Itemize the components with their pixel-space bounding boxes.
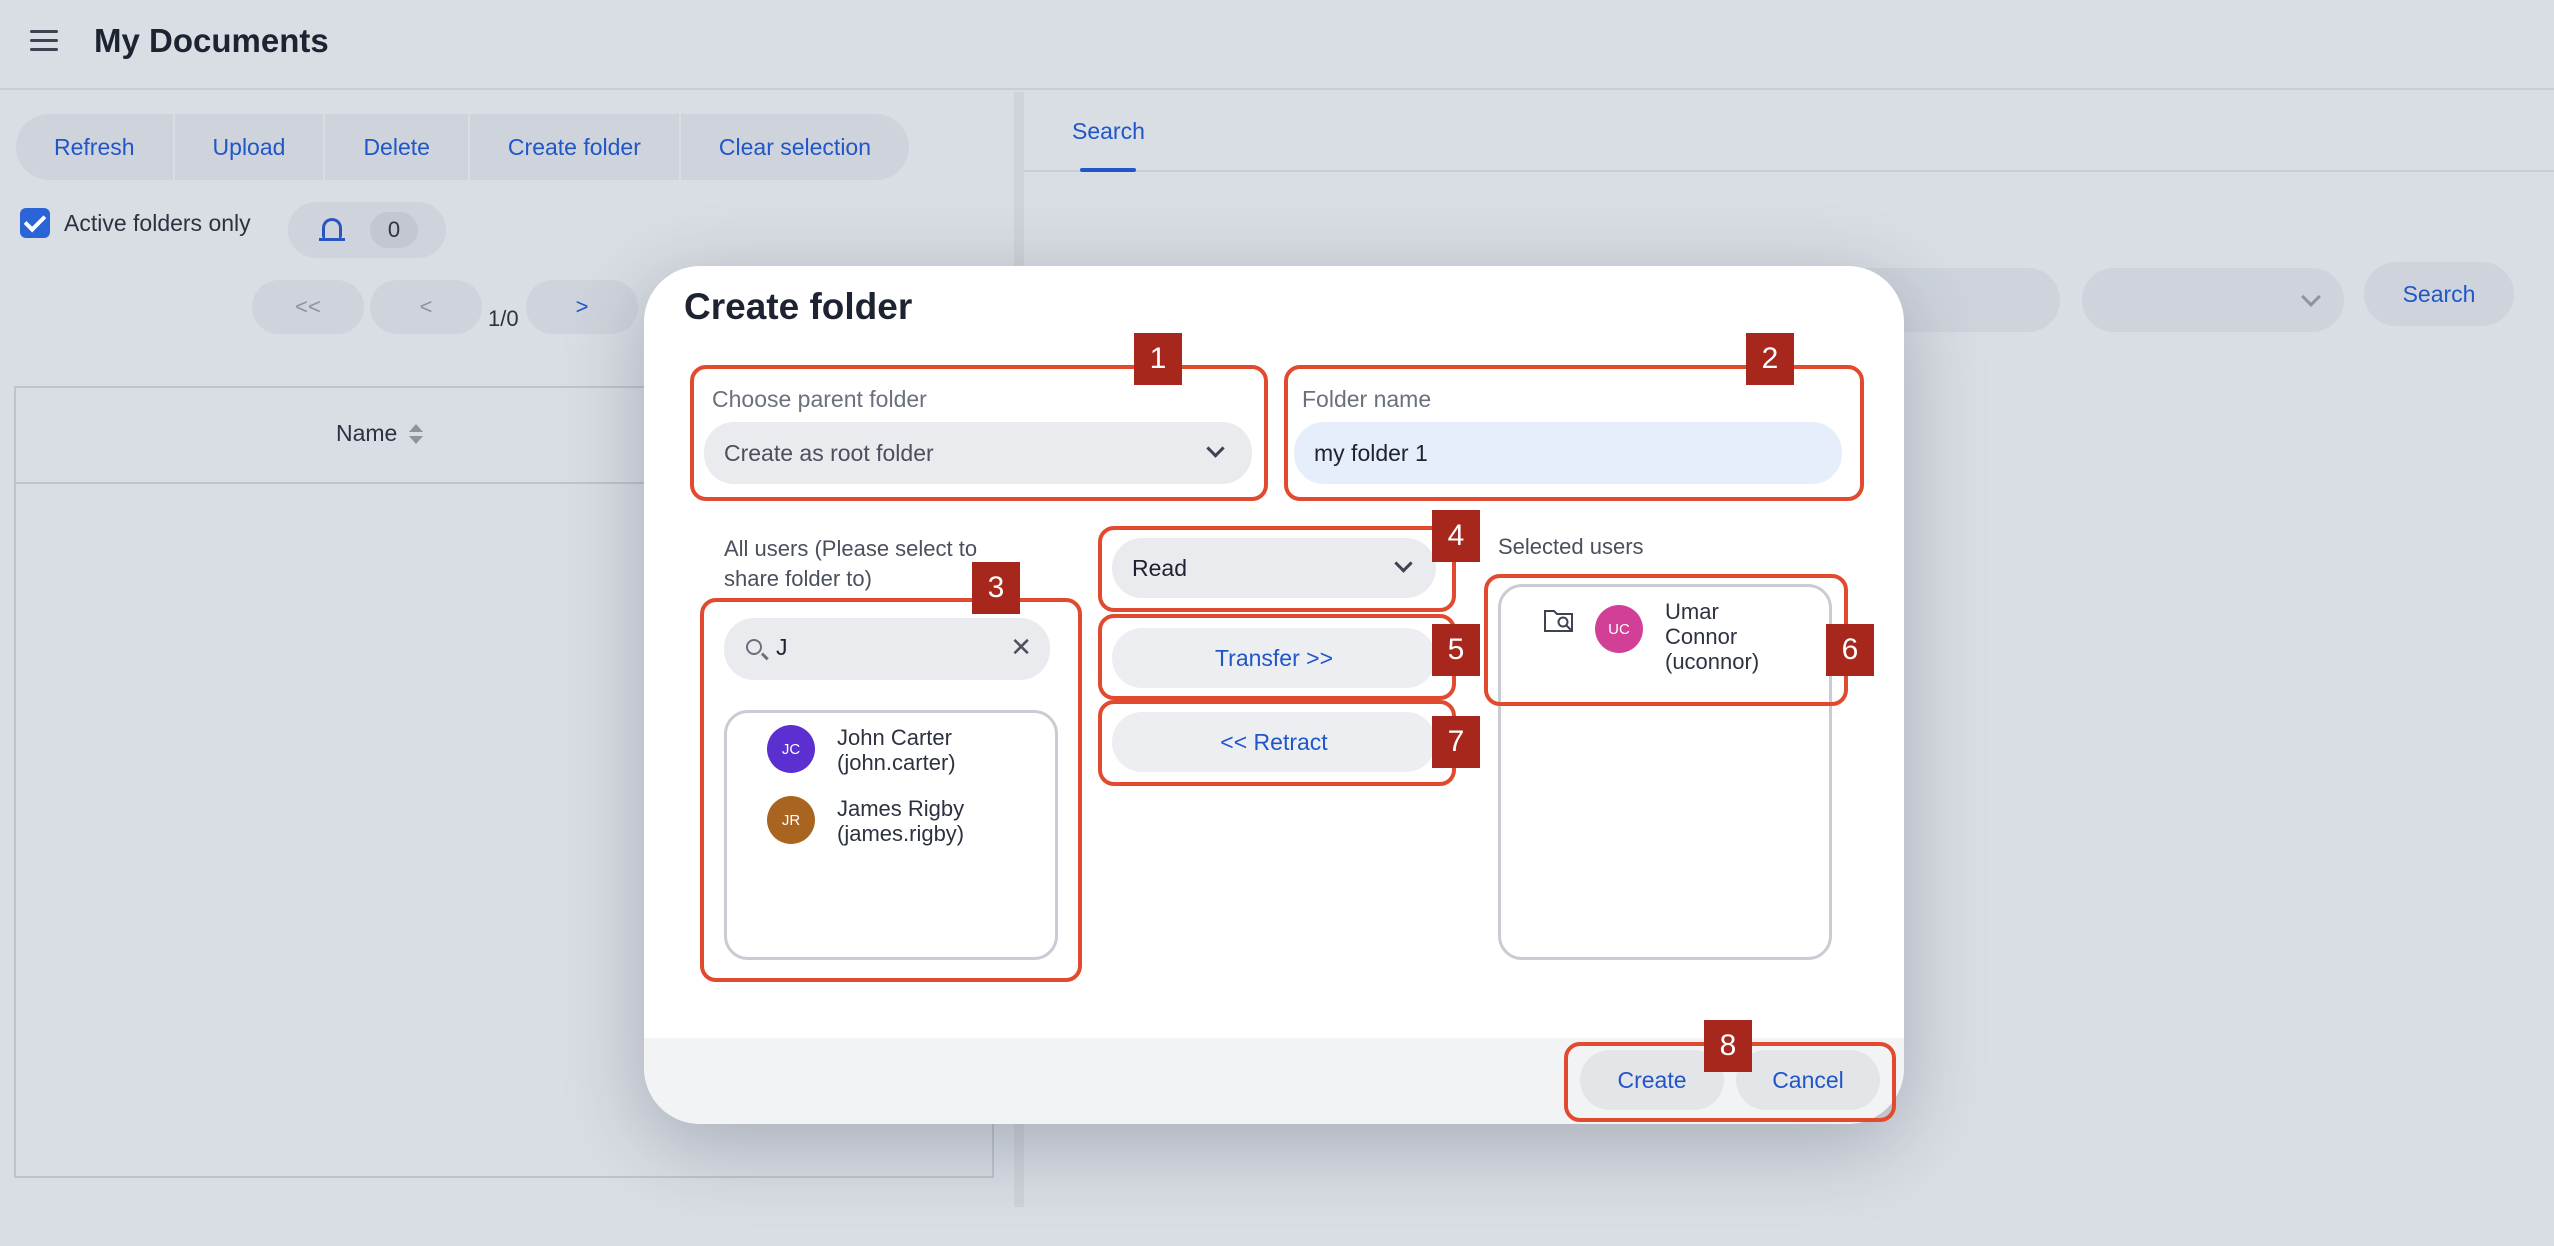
parent-folder-select[interactable]: Create as root folder: [704, 422, 1252, 484]
active-folders-checkbox[interactable]: [20, 208, 50, 238]
list-item[interactable]: JC John Carter (john.carter): [767, 725, 956, 775]
user-name: James Rigby: [837, 796, 965, 821]
clear-selection-button[interactable]: Clear selection: [681, 114, 909, 180]
column-name-header[interactable]: Name: [336, 420, 397, 447]
create-button[interactable]: Create: [1580, 1050, 1724, 1110]
transfer-button[interactable]: Transfer >>: [1112, 628, 1436, 688]
user-search-value: J: [776, 634, 788, 660]
folder-name-value: my folder 1: [1314, 439, 1428, 466]
annotation-label-5: 5: [1432, 624, 1480, 676]
clear-icon[interactable]: ✕: [1010, 632, 1032, 663]
user-search-input[interactable]: J ✕: [724, 618, 1050, 680]
list-item[interactable]: UC Umar Connor (uconnor): [1595, 599, 1759, 674]
permission-select[interactable]: Read: [1112, 538, 1436, 598]
parent-folder-value: Create as root folder: [724, 439, 934, 466]
retract-button[interactable]: << Retract: [1112, 712, 1436, 772]
all-users-list: JC John Carter (john.carter) JR James Ri…: [724, 710, 1058, 960]
delete-button[interactable]: Delete: [325, 114, 470, 180]
app-header: My Documents: [0, 0, 2554, 90]
search-icon: [746, 639, 762, 655]
folder-name-label: Folder name: [1302, 386, 1432, 412]
folder-search-icon[interactable]: [1543, 607, 1575, 633]
user-username: (john.carter): [837, 750, 956, 775]
annotation-label-7: 7: [1432, 716, 1480, 768]
annotation-label-4: 4: [1432, 510, 1480, 562]
search-button[interactable]: Search: [2364, 262, 2514, 326]
user-username: (james.rigby): [837, 821, 965, 846]
notifications-button[interactable]: 0: [288, 202, 446, 258]
page-title: My Documents: [94, 22, 329, 59]
menu-icon[interactable]: [30, 30, 58, 54]
page-info: 1/0: [488, 306, 519, 331]
sort-icon[interactable]: [409, 424, 423, 446]
list-item[interactable]: JR James Rigby (james.rigby): [767, 796, 964, 846]
avatar: JR: [767, 796, 815, 844]
tabs-divider: [1024, 170, 2554, 172]
chevron-down-icon: [1206, 439, 1225, 458]
prev-page-button[interactable]: <: [370, 280, 482, 334]
user-username: (uconnor): [1665, 649, 1760, 674]
upload-button[interactable]: Upload: [175, 114, 326, 180]
tab-search[interactable]: Search: [1072, 118, 1145, 145]
bell-icon: [319, 218, 345, 241]
selected-users-list: UC Umar Connor (uconnor): [1498, 584, 1832, 960]
user-last-name: Connor: [1665, 624, 1738, 649]
annotation-label-1: 1: [1134, 333, 1182, 385]
chevron-down-icon: [1394, 554, 1413, 573]
notification-count: 0: [370, 212, 418, 248]
active-folders-toggle[interactable]: Active folders only: [20, 208, 251, 238]
selected-users-label: Selected users: [1498, 534, 1644, 559]
user-first-name: Umar: [1665, 599, 1719, 624]
toolbar: Refresh Upload Delete Create folder Clea…: [16, 114, 910, 180]
chevron-down-icon: [2301, 287, 2321, 307]
dialog-title: Create folder: [684, 286, 913, 327]
refresh-button[interactable]: Refresh: [16, 114, 175, 180]
first-page-button[interactable]: <<: [252, 280, 364, 334]
avatar: JC: [767, 725, 815, 773]
annotation-label-8: 8: [1704, 1020, 1752, 1072]
user-name: John Carter: [837, 725, 952, 750]
annotation-label-2: 2: [1746, 333, 1794, 385]
next-page-button[interactable]: >: [526, 280, 638, 334]
cancel-button[interactable]: Cancel: [1736, 1050, 1880, 1110]
permission-value: Read: [1132, 554, 1187, 581]
create-folder-button[interactable]: Create folder: [470, 114, 681, 180]
folder-name-input[interactable]: my folder 1: [1294, 422, 1842, 484]
parent-folder-label: Choose parent folder: [712, 386, 927, 412]
search-filter-select[interactable]: [2082, 268, 2344, 332]
active-tab-indicator: [1080, 168, 1136, 172]
annotation-label-6: 6: [1826, 624, 1874, 676]
active-folders-label: Active folders only: [64, 209, 251, 236]
create-folder-dialog: Create folder Choose parent folder Creat…: [644, 266, 1904, 1124]
avatar: UC: [1595, 605, 1643, 653]
annotation-label-3: 3: [972, 562, 1020, 614]
